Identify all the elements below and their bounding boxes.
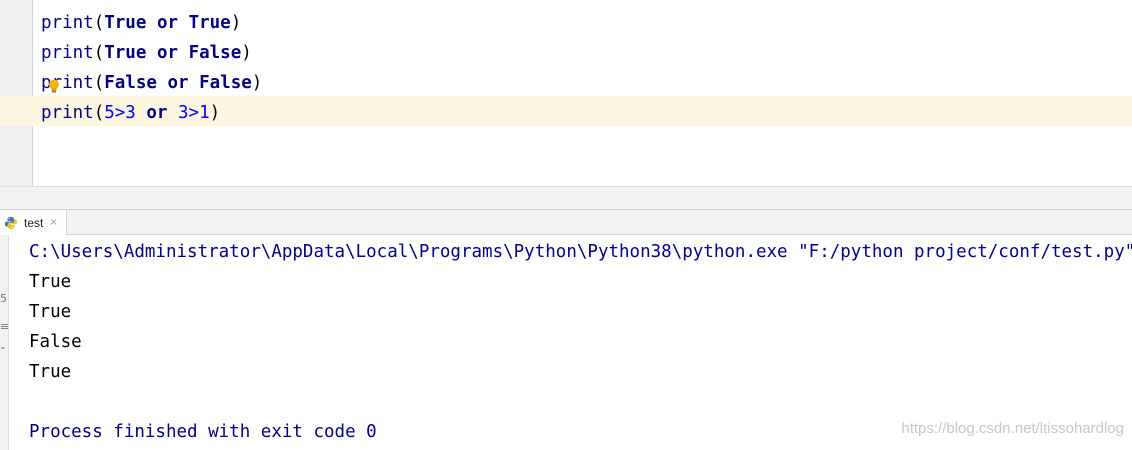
lightbulb-icon[interactable] <box>48 79 60 93</box>
function-name: print <box>41 43 94 63</box>
function-name: print <box>41 13 94 33</box>
run-console[interactable]: C:\Users\Administrator\AppData\Local\Pro… <box>9 235 1132 450</box>
operand-b: False <box>199 73 252 93</box>
operator-keyword: or <box>167 73 189 93</box>
paren-open: ( <box>93 13 105 33</box>
console-side-toolbar: 5 ≡ ⁃ <box>0 235 9 450</box>
run-tab-label: test <box>24 215 44 230</box>
console-output: C:\Users\Administrator\AppData\Local\Pro… <box>29 237 1132 447</box>
operand-b: False <box>188 43 242 63</box>
operand-a: False <box>104 73 157 93</box>
close-icon[interactable]: × <box>49 217 57 228</box>
soft-wrap-icon[interactable]: ≡ <box>0 321 9 333</box>
code-line-3[interactable]: print(False or False) <box>41 68 262 98</box>
code-editor[interactable]: print(True or True) print(True or False)… <box>0 0 1132 186</box>
console-output-line: False <box>29 332 82 352</box>
paren-open: ( <box>93 73 105 93</box>
operand-a: 5>3 <box>104 103 136 123</box>
console-output-line: True <box>29 362 72 382</box>
paren-open: ( <box>93 43 105 63</box>
run-tab-test[interactable]: test × <box>0 210 67 235</box>
paren-close: ) <box>209 103 221 123</box>
operator-keyword: or <box>156 13 179 33</box>
operand-b: True <box>188 13 231 33</box>
paren-open: ( <box>93 103 105 123</box>
code-lines: print(True or True) print(True or False)… <box>41 8 262 128</box>
console-output-line: True <box>29 302 72 322</box>
watermark-text: https://blog.csdn.net/ltissohardlog <box>901 420 1124 437</box>
run-tool-window-header: test × <box>0 209 1132 235</box>
scroll-icon[interactable]: ⁃ <box>0 343 8 355</box>
paren-close: ) <box>241 43 252 63</box>
operand-a: True <box>104 13 147 33</box>
operand-b: 3>1 <box>178 103 210 123</box>
console-command-line: C:\Users\Administrator\AppData\Local\Pro… <box>29 242 1132 262</box>
ide-window: print(True or True) print(True or False)… <box>0 0 1132 450</box>
code-line-4[interactable]: print(5>3 or 3>1) <box>41 98 262 128</box>
editor-gutter[interactable] <box>0 0 33 186</box>
python-icon <box>5 216 17 229</box>
rerun-icon[interactable]: 5 <box>0 293 8 305</box>
paren-close: ) <box>251 73 263 93</box>
operand-a: True <box>104 43 147 63</box>
code-line-1[interactable]: print(True or True) <box>41 8 262 38</box>
operator-keyword: or <box>156 43 179 63</box>
paren-close: ) <box>230 13 242 33</box>
console-output-line: True <box>29 272 72 292</box>
function-name: print <box>41 103 94 123</box>
editor-bottom-strip <box>0 186 1132 209</box>
operator-keyword: or <box>146 103 168 123</box>
code-line-2[interactable]: print(True or False) <box>41 38 262 68</box>
